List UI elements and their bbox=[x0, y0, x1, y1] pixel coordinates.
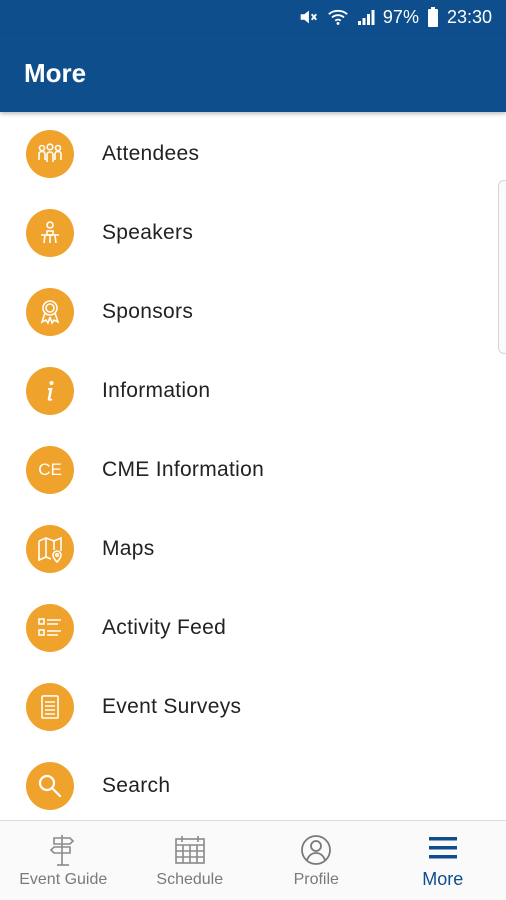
menu-icon bbox=[428, 837, 457, 859]
menu-item-label: Information bbox=[102, 378, 211, 402]
clock: 23:30 bbox=[446, 6, 492, 27]
map-icon bbox=[26, 524, 74, 573]
bottom-navigation: Event Guide Schedule Profile More bbox=[0, 820, 506, 900]
profile-icon bbox=[301, 834, 332, 865]
menu-item-label: Sponsors bbox=[102, 299, 194, 323]
speaker-icon bbox=[26, 208, 74, 257]
menu-item-speakers[interactable]: Speakers bbox=[0, 193, 506, 272]
menu-item-label: Activity Feed bbox=[102, 615, 227, 639]
tab-profile[interactable]: Profile bbox=[253, 821, 380, 900]
menu-item-label: Maps bbox=[102, 536, 155, 560]
scroll-handle[interactable] bbox=[498, 180, 506, 354]
menu-item-label: Attendees bbox=[102, 141, 200, 165]
search-icon bbox=[26, 761, 74, 810]
menu-item-maps[interactable]: Maps bbox=[0, 509, 506, 588]
menu-item-label: CME Information bbox=[102, 457, 265, 481]
menu-item-sponsors[interactable]: Sponsors bbox=[0, 272, 506, 351]
tab-more[interactable]: More bbox=[380, 821, 506, 900]
wifi-icon bbox=[328, 9, 348, 25]
ribbon-icon bbox=[26, 287, 74, 336]
tab-label: Schedule bbox=[156, 870, 224, 888]
clipboard-icon bbox=[26, 682, 74, 731]
menu-item-event-surveys[interactable]: Event Surveys bbox=[0, 667, 506, 746]
menu-item-label: Speakers bbox=[102, 220, 194, 244]
signal-icon bbox=[357, 10, 375, 25]
attendees-icon bbox=[26, 129, 74, 178]
tab-event-guide[interactable]: Event Guide bbox=[0, 821, 127, 900]
ce-icon: CE bbox=[26, 445, 74, 494]
menu-item-cme-information[interactable]: CE CME Information bbox=[0, 430, 506, 509]
battery-percent: 97% bbox=[382, 6, 419, 27]
app-bar: More bbox=[0, 34, 506, 112]
list-icon bbox=[26, 603, 74, 652]
page-title: More bbox=[24, 57, 87, 88]
info-icon bbox=[26, 366, 74, 415]
menu-item-attendees[interactable]: Attendees bbox=[0, 114, 506, 193]
signpost-icon bbox=[50, 834, 75, 866]
menu-item-activity-feed[interactable]: Activity Feed bbox=[0, 588, 506, 667]
more-menu-list: Attendees Speakers Sponsors Information … bbox=[0, 114, 506, 819]
menu-item-information[interactable]: Information bbox=[0, 351, 506, 430]
ce-icon-text: CE bbox=[38, 459, 62, 479]
battery-icon bbox=[427, 7, 438, 27]
tab-label: Profile bbox=[293, 870, 339, 888]
tab-label: More bbox=[422, 869, 464, 889]
mute-icon bbox=[300, 10, 317, 24]
tab-label: Event Guide bbox=[19, 870, 108, 888]
status-bar: 97% 23:30 bbox=[0, 0, 506, 34]
menu-item-label: Search bbox=[102, 773, 171, 797]
menu-item-label: Event Surveys bbox=[102, 694, 242, 718]
calendar-icon bbox=[174, 835, 205, 864]
tab-schedule[interactable]: Schedule bbox=[127, 821, 254, 900]
menu-item-search[interactable]: Search bbox=[0, 746, 506, 819]
